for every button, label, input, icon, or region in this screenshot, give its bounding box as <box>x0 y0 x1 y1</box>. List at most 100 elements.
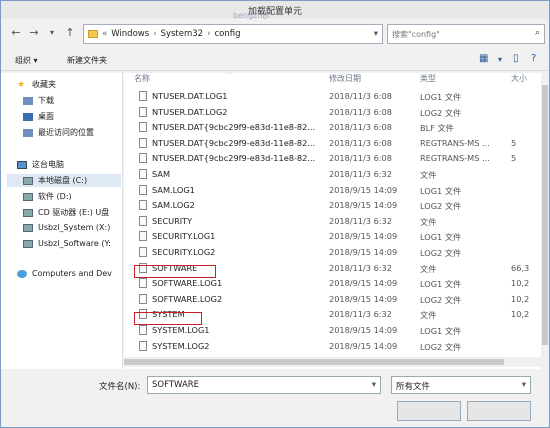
scroll-thumb[interactable] <box>542 85 548 345</box>
file-row[interactable]: NTUSER.DAT{9cbc29f9-e83d-11e8-82... 2018/… <box>124 136 549 152</box>
file-row[interactable]: SYSTEM.LOG2 2018/9/15 14:09 LOG2 文件 <box>124 339 549 355</box>
breadcrumb-separator-icon[interactable]: › <box>153 29 156 39</box>
chevron-down-icon[interactable]: ▾ <box>522 380 526 390</box>
nav-downloads[interactable]: 下载 <box>23 95 54 106</box>
file-name: SOFTWARE.LOG1 <box>152 278 223 289</box>
back-arrow-icon[interactable]: ← <box>9 26 23 40</box>
file-icon <box>139 231 147 242</box>
file-row[interactable]: SOFTWARE.LOG2 2018/9/15 14:09 LOG2 文件 10,2 <box>124 292 549 308</box>
breadcrumb-system32[interactable]: System32 <box>161 29 204 39</box>
address-bar[interactable]: « Windows › System32 › config ▾ <box>83 24 383 44</box>
nav-cd-drive-e[interactable]: CD 驱动器 (E:) U盘 <box>23 207 109 218</box>
command-bar: 组织 ▾ 新建文件夹 ▦ ▾ ▯ ? <box>1 49 549 71</box>
nav-desktop[interactable]: 桌面 <box>23 111 54 122</box>
nav-favorites[interactable]: ★ 收藏夹 <box>17 79 56 90</box>
file-row[interactable]: SECURITY.LOG2 2018/9/15 14:09 LOG2 文件 <box>124 245 549 261</box>
column-header-size[interactable]: 大小 <box>511 73 527 87</box>
file-icon <box>139 184 147 195</box>
hard-drive-icon <box>23 192 33 201</box>
file-row[interactable]: SECURITY.LOG1 2018/9/15 14:09 LOG1 文件 <box>124 229 549 245</box>
nav-this-pc[interactable]: 这台电脑 <box>17 159 64 170</box>
file-row[interactable]: SAM.LOG2 2018/9/15 14:09 LOG2 文件 <box>124 198 549 214</box>
watermark-text: bengzhiji <box>233 11 270 20</box>
file-row[interactable]: SOFTWARE.LOG1 2018/9/15 14:09 LOG1 文件 10,2 <box>124 276 549 292</box>
file-row[interactable]: SAM 2018/11/3 6:32 文件 <box>124 167 549 183</box>
open-button[interactable] <box>397 401 461 421</box>
nav-local-disk-c[interactable]: 本地磁盘 (C:) <box>7 174 121 187</box>
file-row[interactable]: NTUSER.DAT{9cbc29f9-e83d-11e8-82... 2018/… <box>124 120 549 136</box>
file-icon <box>139 91 147 101</box>
file-type: LOG2 文件 <box>420 248 462 258</box>
scroll-thumb[interactable] <box>124 359 504 365</box>
file-size: 10,2 <box>511 278 530 289</box>
horizontal-scrollbar[interactable] <box>124 357 541 367</box>
file-date: 2018/11/3 6:08 <box>329 153 392 164</box>
cancel-button[interactable] <box>467 401 531 421</box>
open-file-dialog: 加载配置单元 bengzhiji ← → ▾ ↑ « Windows › Sys… <box>0 0 550 428</box>
file-row[interactable]: SYSTEM.LOG1 2018/9/15 14:09 LOG1 文件 <box>124 323 549 339</box>
file-size: 5 <box>511 137 517 148</box>
search-icon[interactable]: ⌕ <box>535 28 540 38</box>
file-name: SAM <box>152 169 171 179</box>
column-header-type[interactable]: 类型 <box>420 73 436 87</box>
nav-drive-d[interactable]: 软件 (D:) <box>23 191 72 202</box>
new-folder-button[interactable]: 新建文件夹 <box>67 55 107 66</box>
organize-button[interactable]: 组织 ▾ <box>15 55 38 66</box>
file-row[interactable]: NTUSER.DAT{9cbc29f9-e83d-11e8-82... 2018/… <box>124 151 549 167</box>
file-date: 2018/11/3 6:32 <box>329 309 392 320</box>
filename-input[interactable]: SOFTWARE ▾ <box>147 376 381 394</box>
file-name: NTUSER.DAT{9cbc29f9-e83d-11e8-82... <box>152 137 316 148</box>
nav-recent-places[interactable]: 最近访问的位置 <box>23 127 94 138</box>
file-icon <box>139 247 147 257</box>
column-header-name[interactable]: 名称 <box>134 73 150 87</box>
file-icon <box>139 106 147 117</box>
nav-drive-x[interactable]: Usbzl_System (X:) <box>23 223 110 232</box>
preview-pane-icon[interactable]: ▯ <box>513 53 525 65</box>
file-name: SECURITY <box>152 215 193 226</box>
breadcrumb-separator-icon[interactable]: › <box>207 29 210 39</box>
view-dropdown-icon[interactable]: ▾ <box>498 54 510 66</box>
recent-places-icon <box>23 128 33 137</box>
desktop-icon <box>23 112 33 121</box>
nav-desktop-label: 桌面 <box>38 112 54 121</box>
view-options-icon[interactable]: ▦ <box>479 53 491 65</box>
file-icon <box>139 137 147 148</box>
file-date: 2018/11/3 6:08 <box>329 91 392 101</box>
file-name: NTUSER.DAT{9cbc29f9-e83d-11e8-82... <box>152 122 316 133</box>
file-icon <box>139 278 147 289</box>
nav-network[interactable]: Computers and Dev <box>17 269 112 278</box>
network-icon <box>17 269 27 278</box>
file-type: LOG2 文件 <box>420 107 462 118</box>
file-row[interactable]: NTUSER.DAT.LOG1 2018/11/3 6:08 LOG1 文件 <box>124 89 549 105</box>
vertical-scrollbar[interactable] <box>541 73 549 369</box>
file-type: LOG2 文件 <box>420 341 462 352</box>
up-arrow-icon[interactable]: ↑ <box>63 26 77 40</box>
help-icon[interactable]: ? <box>531 53 543 65</box>
breadcrumb-windows[interactable]: Windows <box>111 29 149 39</box>
history-chevron-icon[interactable]: ▾ <box>45 26 59 40</box>
nav-drive-y[interactable]: Usbzl_Software (Y: <box>23 239 111 248</box>
chevron-down-icon[interactable]: ▾ <box>372 380 376 390</box>
forward-arrow-icon[interactable]: → <box>27 26 41 40</box>
file-row[interactable]: SAM.LOG1 2018/9/15 14:09 LOG1 文件 <box>124 183 549 199</box>
breadcrumb-config[interactable]: config <box>214 29 240 39</box>
dialog-footer: 文件名(N): SOFTWARE ▾ 所有文件 ▾ <box>1 369 549 427</box>
file-row[interactable]: NTUSER.DAT.LOG2 2018/11/3 6:08 LOG2 文件 <box>124 105 549 121</box>
address-dropdown-icon[interactable]: ▾ <box>374 29 378 39</box>
file-icon <box>139 340 147 351</box>
search-input[interactable]: 搜索"config" ⌕ <box>387 24 545 44</box>
breadcrumb-overflow[interactable]: « <box>102 29 107 39</box>
file-date: 2018/11/3 6:08 <box>329 122 392 133</box>
cd-drive-icon <box>23 208 33 217</box>
file-row[interactable]: SECURITY 2018/11/3 6:32 文件 <box>124 214 549 230</box>
file-date: 2018/9/15 14:09 <box>329 231 398 242</box>
filetype-select[interactable]: 所有文件 ▾ <box>391 376 531 394</box>
file-name: SECURITY.LOG1 <box>152 231 216 242</box>
file-type: 文件 <box>420 310 437 321</box>
address-row: ← → ▾ ↑ « Windows › System32 › config ▾ … <box>1 21 549 47</box>
file-icon <box>139 293 147 304</box>
filename-value: SOFTWARE <box>152 380 200 390</box>
file-icon <box>139 122 147 133</box>
file-name: SYSTEM.LOG2 <box>152 340 210 351</box>
column-header-date[interactable]: 修改日期 <box>329 73 361 87</box>
